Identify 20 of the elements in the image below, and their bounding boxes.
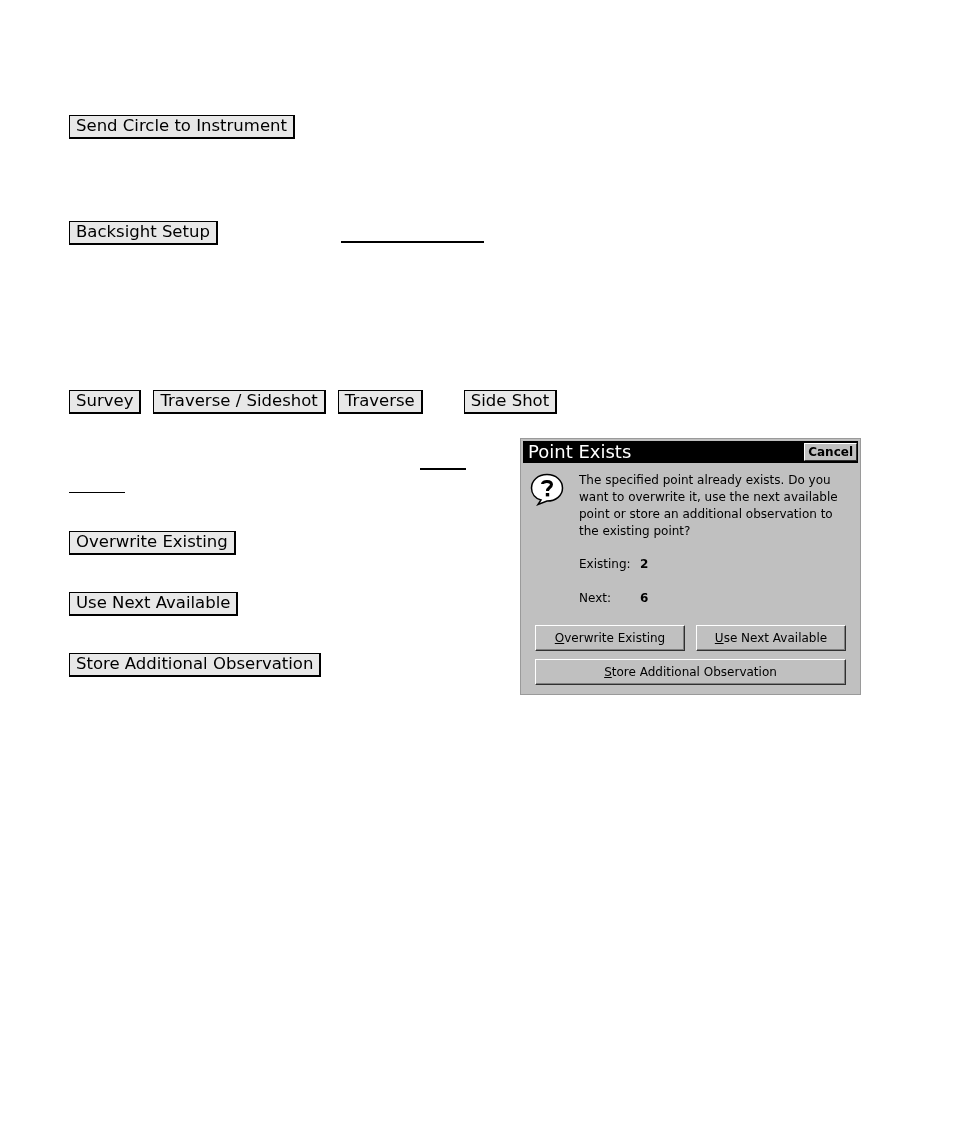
field-value: 6 — [640, 589, 649, 607]
dialog-button[interactable]: Store Additional Observation — [535, 659, 846, 685]
dialog-button[interactable]: Use Next Available — [696, 625, 846, 651]
menu-path-button[interactable]: Side Shot — [463, 390, 558, 414]
question-bubble-icon — [530, 473, 564, 506]
send-circle-button[interactable]: Send Circle to Instrument — [69, 115, 295, 139]
menu-path-button[interactable]: Traverse / Sideshot — [153, 390, 326, 414]
option-button[interactable]: Use Next Available — [69, 592, 239, 616]
field-value: 2 — [640, 555, 649, 573]
field-label: Existing: — [579, 555, 632, 573]
dialog-title: Point Exists — [528, 443, 632, 461]
field-label: Next: — [579, 589, 612, 607]
menu-path-button[interactable]: Survey — [69, 390, 142, 414]
menu-path-button[interactable]: Traverse — [337, 390, 423, 414]
cancel-button[interactable]: Cancel — [804, 443, 857, 461]
option-button[interactable]: Overwrite Existing — [69, 531, 236, 555]
dialog-message: The specified point already exists. Do you want to overwrite it, use the next available point or store an additional observation to the existing point? — [579, 472, 839, 540]
option-button[interactable]: Store Additional Observation — [69, 653, 322, 677]
backsight-setup-button[interactable]: Backsight Setup — [69, 221, 218, 245]
dialog-button[interactable]: Overwrite Existing — [535, 625, 685, 651]
